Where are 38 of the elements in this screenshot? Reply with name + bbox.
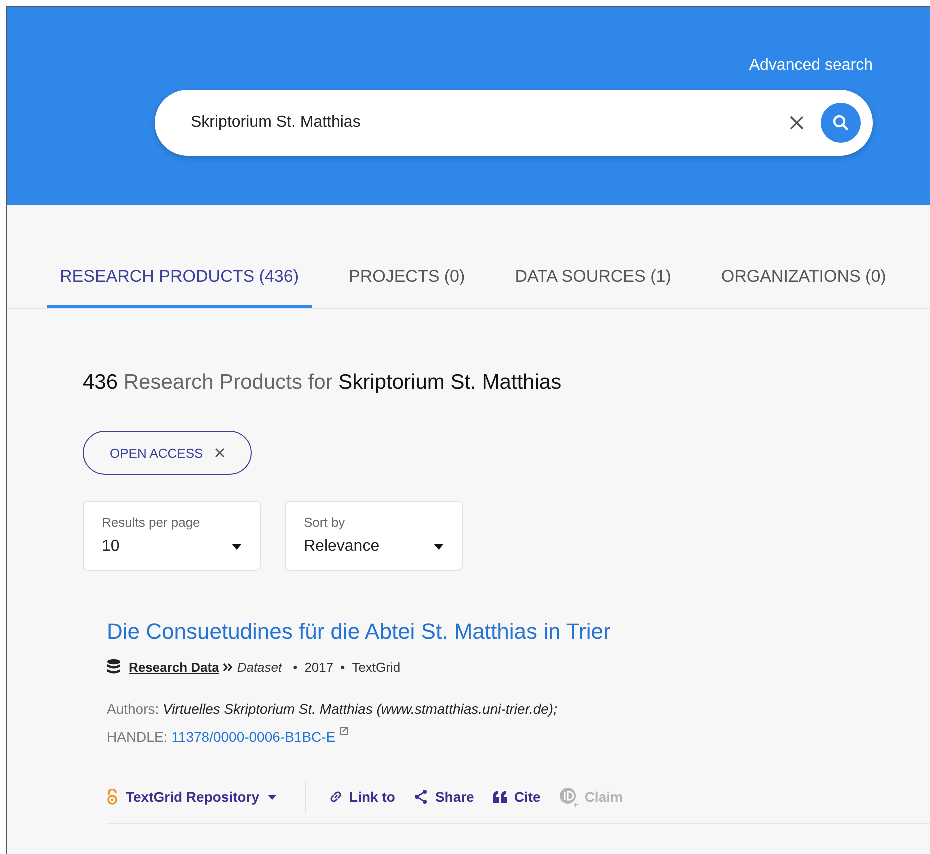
- tab[interactable]: DATA SOURCES (1): [502, 257, 684, 308]
- orcid-icon: [558, 787, 579, 807]
- handle-link[interactable]: 11378/0000-0006-B1BC-E: [172, 729, 336, 745]
- external-link-icon: [340, 727, 348, 735]
- result-title-link[interactable]: Die Consuetudines für die Abtei St. Matthias in Trier: [107, 619, 930, 645]
- authors-line: Authors: Virtuelles Skriptorium St. Matthias (www.stmatthias.uni-trier.de);: [107, 701, 558, 717]
- double-chevron-icon: [223, 662, 234, 672]
- result-meta: 2017: [304, 660, 334, 674]
- cite-button[interactable]: Cite: [490, 789, 543, 805]
- tab[interactable]: RESEARCH PRODUCTS (436): [47, 257, 312, 308]
- results-heading: 436 Research Products for Skriptorium St. Matthias: [83, 371, 563, 395]
- handle-label: HANDLE:: [107, 729, 168, 745]
- separator-dot: •: [340, 660, 346, 674]
- filter-chip[interactable]: OPEN ACCESS: [83, 431, 252, 475]
- search-button[interactable]: [821, 103, 861, 143]
- caret-icon: [232, 544, 242, 550]
- share-icon: [413, 789, 430, 805]
- caret-icon: [268, 794, 277, 800]
- result-subtype: Dataset: [237, 660, 282, 674]
- share-button[interactable]: Share: [411, 789, 476, 805]
- separator-dot: •: [293, 660, 298, 674]
- result-type-link[interactable]: Research Data: [129, 660, 220, 674]
- search-field[interactable]: Skriptorium St. Matthias: [155, 90, 873, 156]
- tab[interactable]: ORGANIZATIONS (0): [708, 257, 900, 308]
- dropdown-field[interactable]: Sort by Relevance: [285, 501, 463, 571]
- repository-dropdown[interactable]: TextGrid Repository: [107, 789, 277, 805]
- close-icon: [215, 448, 226, 458]
- result-meta: TextGrid: [352, 660, 401, 674]
- dropdown-field[interactable]: Results per page 10: [83, 501, 261, 571]
- clear-icon[interactable]: [789, 115, 805, 131]
- link-button[interactable]: Link to: [326, 789, 398, 805]
- quote-icon: [492, 790, 508, 804]
- search-icon: [832, 114, 850, 132]
- tab[interactable]: PROJECTS (0): [336, 257, 478, 308]
- lock-icon: [107, 789, 118, 805]
- database-icon: [107, 659, 121, 675]
- advanced-search-link[interactable]: Advanced search: [749, 57, 873, 75]
- caret-icon: [434, 544, 444, 550]
